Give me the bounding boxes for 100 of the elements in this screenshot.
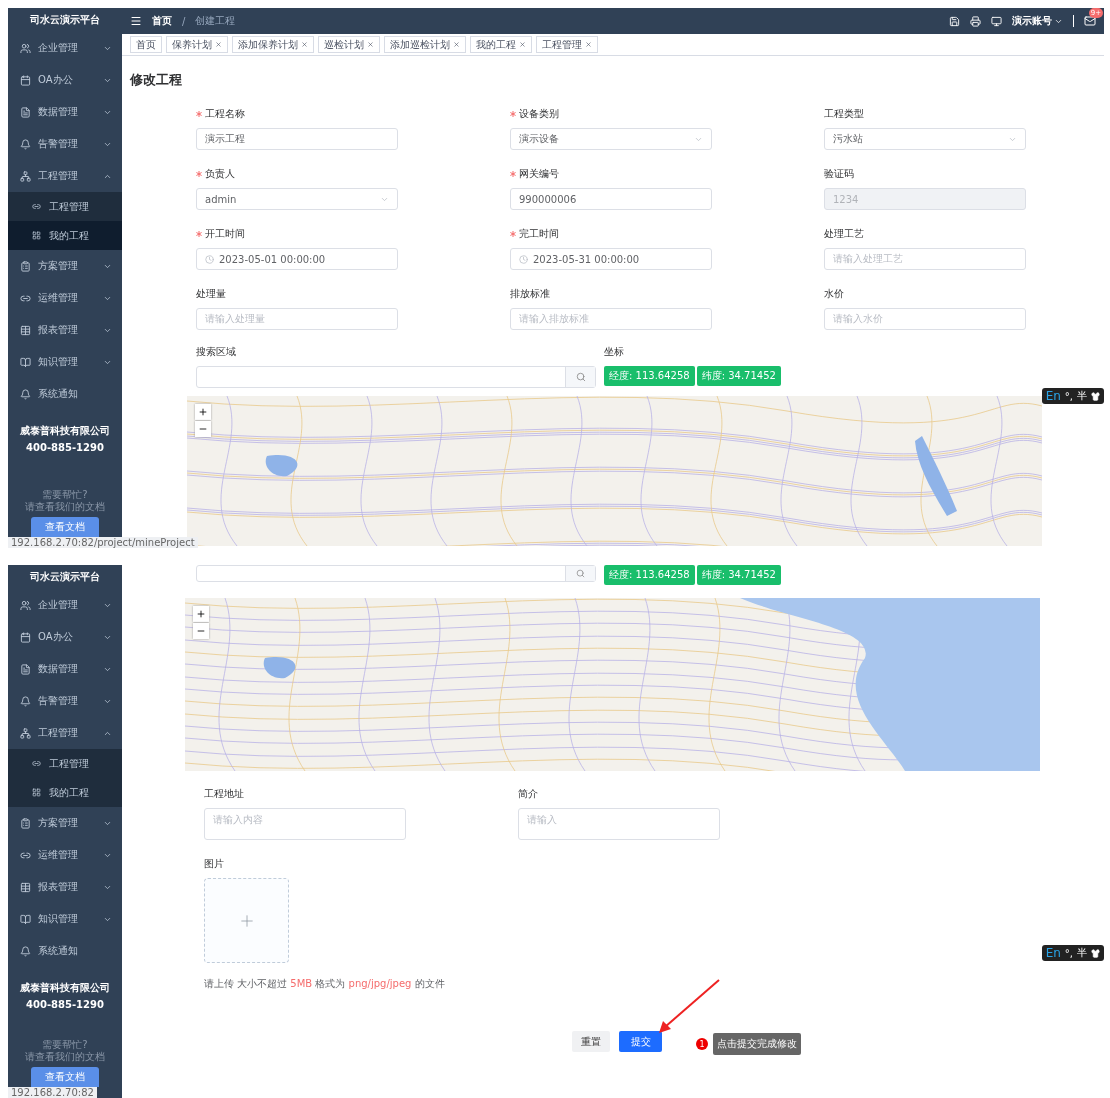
page-tab[interactable]: 巡检计划 <box>318 36 380 53</box>
table-icon <box>20 324 31 336</box>
date-field[interactable]: 2023-05-31 00:00:00 <box>510 248 712 270</box>
sidebar-item[interactable]: 告警管理 <box>8 685 122 717</box>
sidebar-item[interactable]: 知识管理 <box>8 903 122 935</box>
sidebar-item[interactable]: OA办公 <box>8 64 122 96</box>
close-icon[interactable] <box>301 41 308 48</box>
clock-icon <box>519 254 528 264</box>
page-tab[interactable]: 我的工程 <box>470 36 532 53</box>
sidebar-item[interactable]: 运维管理 <box>8 839 122 871</box>
close-icon[interactable] <box>453 41 460 48</box>
clipboard-icon <box>20 260 31 272</box>
input-field[interactable]: 演示工程 <box>196 128 398 150</box>
field-label: 搜索区域 <box>196 346 237 358</box>
close-icon[interactable] <box>585 41 592 48</box>
sidebar-item[interactable]: OA办公 <box>8 621 122 653</box>
sidebar-subitem[interactable]: 我的工程 <box>8 221 122 250</box>
book-icon <box>20 913 31 925</box>
field-label: 工程类型 <box>824 108 865 120</box>
page-tab[interactable]: 首页 <box>130 36 162 53</box>
page-tab[interactable]: 工程管理 <box>536 36 598 53</box>
image-upload[interactable] <box>204 878 289 963</box>
mail-icon[interactable] <box>1084 15 1096 27</box>
zoom-out-button[interactable] <box>193 623 209 639</box>
coordinate-tag: 纬度: 34.71452 <box>696 565 781 585</box>
ime-indicator: En °, 半 <box>1041 388 1104 404</box>
page-tab[interactable]: 保养计划 <box>166 36 228 53</box>
sidebar-item[interactable]: 方案管理 <box>8 807 122 839</box>
page-tab[interactable]: 添加巡检计划 <box>384 36 466 53</box>
zoom-in-button[interactable] <box>193 606 209 622</box>
select-field[interactable]: admin <box>196 188 398 210</box>
field-label: 排放标准 <box>510 288 551 300</box>
map-drawing[interactable] <box>185 598 1040 771</box>
breadcrumb-separator: / <box>182 15 186 27</box>
sidebar-item[interactable]: 知识管理 <box>8 346 122 378</box>
sidebar-item[interactable]: 报表管理 <box>8 871 122 903</box>
save-icon[interactable] <box>949 15 960 27</box>
sidebar-item[interactable]: 工程管理 <box>8 160 122 192</box>
close-icon[interactable] <box>215 41 222 48</box>
field-label: 简介 <box>518 788 539 800</box>
breadcrumb-item[interactable]: 首页 <box>152 14 172 28</box>
menu-icon[interactable] <box>130 15 142 27</box>
sidebar-item[interactable]: 系统通知 <box>8 378 122 410</box>
monitor-icon[interactable] <box>991 15 1002 27</box>
printer-icon[interactable] <box>970 15 981 27</box>
account-menu[interactable]: 演示账号 <box>1012 14 1063 28</box>
book-icon <box>20 356 31 368</box>
status-url: 192.168.2.70:82 <box>8 1087 97 1098</box>
document-icon <box>20 663 31 675</box>
select-field[interactable]: 污水站 <box>824 128 1026 150</box>
upload-hint: 请上传 大小不超过 5MB 格式为 png/jpg/jpeg 的文件 <box>204 977 446 991</box>
search-field[interactable] <box>196 565 596 582</box>
status-url: 192.168.2.70:82/project/mineProject <box>8 537 198 548</box>
search-button[interactable] <box>565 566 595 581</box>
sidebar-subitem[interactable]: 工程管理 <box>8 192 122 221</box>
ime-indicator: En °, 半 <box>1041 945 1104 961</box>
zoom-in-button[interactable] <box>195 404 211 420</box>
select-field[interactable]: 演示设备 <box>510 128 712 150</box>
grid-icon <box>32 231 41 240</box>
sidebar-item[interactable]: 工程管理 <box>8 717 122 749</box>
sidebar-item[interactable]: 数据管理 <box>8 96 122 128</box>
field-label: 开工时间 <box>196 228 398 240</box>
page-tab[interactable]: 添加保养计划 <box>232 36 314 53</box>
grid-icon <box>32 788 41 797</box>
field-label: 完工时间 <box>510 228 712 240</box>
sidebar-item[interactable]: 运维管理 <box>8 282 122 314</box>
sidebar-item[interactable]: 数据管理 <box>8 653 122 685</box>
sidebar-item[interactable]: 方案管理 <box>8 250 122 282</box>
sidebar-item[interactable]: 报表管理 <box>8 314 122 346</box>
close-icon[interactable] <box>519 41 526 48</box>
reset-button[interactable]: 重置 <box>572 1031 610 1052</box>
help-text: 需要帮忙? 请查看我们的文档 <box>25 489 105 513</box>
clock-icon <box>205 254 214 264</box>
coordinate-tag: 经度: 113.64258 <box>604 366 695 386</box>
close-icon[interactable] <box>367 41 374 48</box>
field-label: 工程地址 <box>204 788 245 800</box>
field-label: 设备类别 <box>510 108 712 120</box>
phone-number: 400-885-1290 <box>26 442 104 453</box>
network-icon <box>20 727 31 739</box>
zoom-out-button[interactable] <box>195 421 211 437</box>
table-icon <box>20 881 31 893</box>
coordinate-tag: 经度: 113.64258 <box>604 565 695 585</box>
sidebar-subitem[interactable]: 工程管理 <box>8 749 122 778</box>
document-icon <box>20 106 31 118</box>
search-button[interactable] <box>565 367 595 387</box>
bell-icon <box>20 388 31 400</box>
sidebar-item[interactable]: 企业管理 <box>8 589 122 621</box>
link-icon <box>32 202 41 211</box>
date-field[interactable]: 2023-05-01 00:00:00 <box>196 248 398 270</box>
input-field[interactable]: 990000006 <box>510 188 712 210</box>
search-field[interactable] <box>196 366 596 388</box>
sidebar-item[interactable]: 企业管理 <box>8 32 122 64</box>
bell-icon <box>20 945 31 957</box>
submit-button[interactable]: 提交 <box>619 1031 662 1052</box>
calendar-icon <box>20 631 31 643</box>
sidebar-subitem[interactable]: 我的工程 <box>8 778 122 807</box>
sidebar-item[interactable]: 告警管理 <box>8 128 122 160</box>
field-label: 处理工艺 <box>824 228 865 240</box>
sidebar-item[interactable]: 系统通知 <box>8 935 122 967</box>
breadcrumb-item[interactable]: 创建工程 <box>195 14 236 28</box>
